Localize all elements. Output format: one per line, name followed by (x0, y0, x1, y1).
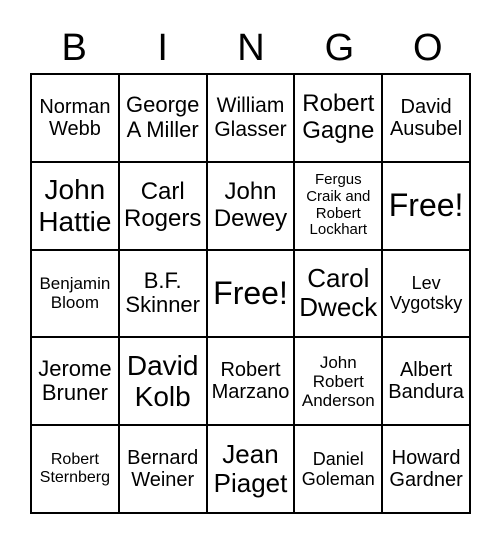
bingo-cell[interactable]: B.F. Skinner (118, 249, 207, 338)
bingo-cell[interactable]: Robert Gagne (294, 74, 383, 162)
bingo-cell[interactable]: George A Miller (118, 74, 207, 162)
header-letter-g: G (324, 27, 355, 69)
bingo-header: B I N G O (30, 22, 472, 74)
bingo-cell[interactable]: Lev Vygotsky (382, 249, 470, 338)
bingo-cell[interactable]: John Robert Anderson (294, 337, 383, 426)
header-letter-o: O (413, 27, 443, 69)
bingo-cell[interactable]: Carl Rogers (118, 161, 207, 250)
bingo-cell[interactable]: Jean Piaget (206, 425, 295, 513)
bingo-cell[interactable]: Carol Dweck (294, 249, 383, 338)
bingo-cell[interactable]: Jerome Bruner (31, 337, 119, 426)
bingo-cell[interactable]: David Kolb (118, 337, 207, 426)
bingo-cell[interactable]: Robert Marzano (206, 337, 295, 426)
bingo-cell[interactable]: Daniel Goleman (294, 425, 383, 513)
bingo-cell[interactable]: Fergus Craik and Robert Lockhart (294, 161, 383, 250)
header-letter-b: B (61, 27, 87, 69)
bingo-cell[interactable]: Free! (206, 249, 295, 338)
header-letter-i: I (157, 27, 168, 69)
bingo-cell[interactable]: Robert Sternberg (31, 425, 119, 513)
bingo-cell[interactable]: William Glasser (206, 74, 295, 162)
bingo-cell[interactable]: John Dewey (206, 161, 295, 250)
bingo-cell[interactable]: Howard Gardner (382, 425, 470, 513)
bingo-cell[interactable]: David Ausubel (382, 74, 470, 162)
header-letter-n: N (237, 27, 265, 69)
bingo-grid: Norman Webb George A Miller William Glasse… (30, 73, 471, 514)
bingo-cell[interactable]: Benjamin Bloom (31, 249, 119, 338)
bingo-cell[interactable]: Albert Bandura (382, 337, 470, 426)
bingo-cell[interactable]: Norman Webb (31, 74, 119, 162)
bingo-cell[interactable]: Free! (382, 161, 470, 250)
bingo-cell[interactable]: Bernard Weiner (118, 425, 207, 513)
bingo-cell[interactable]: John Hattie (31, 161, 119, 250)
